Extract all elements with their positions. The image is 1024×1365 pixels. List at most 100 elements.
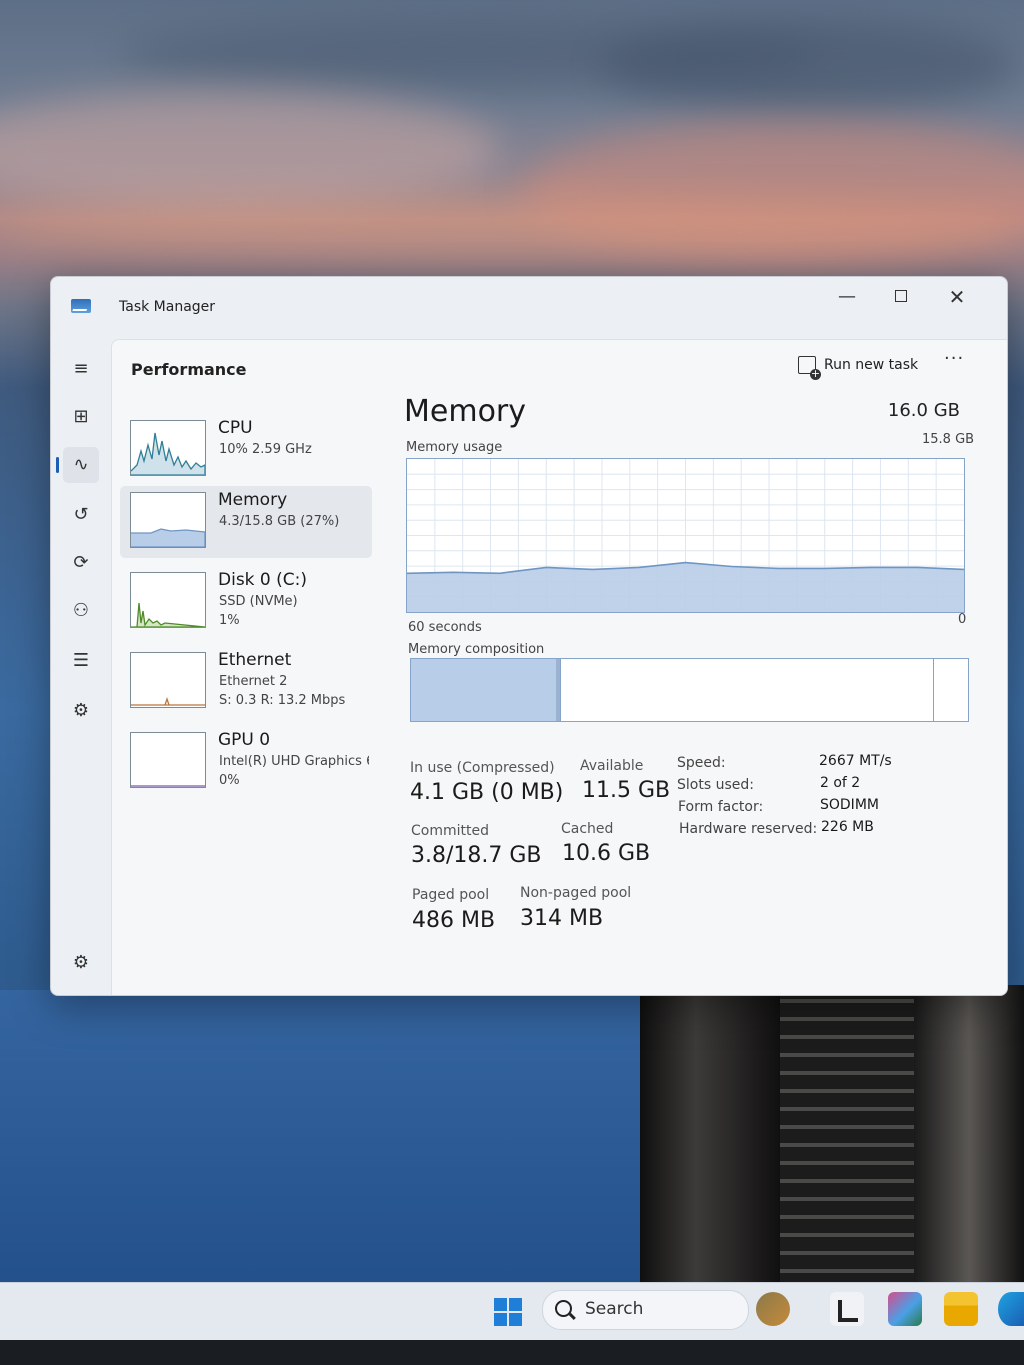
gpu-sparkline [131,785,205,787]
paged-pool-value: 486 MB [412,908,496,933]
nav-app-history[interactable]: ↺ [63,497,99,533]
composition-in-use [411,659,557,721]
memory-usage-chart [406,458,965,613]
details-icon: ☰ [72,650,90,671]
axis-min-label: 0 [958,612,967,627]
resource-gpu[interactable]: GPU 0 Intel(R) UHD Graphics 6: 0% [120,726,372,798]
minimize-button[interactable]: — [819,277,875,317]
windows-logo-icon [494,1298,507,1311]
task-view-glyph [838,1300,858,1322]
gpu-thumbnail-graph [130,732,206,788]
composition-standby [560,659,935,721]
memory-sparkline [131,528,205,547]
windows-logo-tile [494,1313,507,1326]
ethernet-sparkline [131,696,205,706]
edge-browser-icon[interactable] [998,1292,1024,1326]
nav-settings[interactable]: ⚙ [63,945,99,981]
speed-label: Speed: [677,755,726,771]
nav-menu-button[interactable]: ≡ [63,351,99,387]
nav-services[interactable]: ⚙ [63,693,99,729]
ethernet-thumbnail-graph [130,652,206,708]
microsoft-365-icon[interactable] [888,1292,922,1326]
resource-detail: 4.3/15.8 GB (27%) [219,514,340,529]
detail-title: Memory [404,394,527,429]
resource-name: GPU 0 [218,730,271,750]
in-use-value: 4.1 GB (0 MB) [410,780,564,805]
paged-pool-label: Paged pool [412,887,490,903]
close-button[interactable]: ✕ [929,277,985,317]
page-title: Performance [131,360,247,379]
performance-page: Performance Run new task ··· CPU 10% 2.5… [111,339,1007,995]
in-use-label: In use (Compressed) [410,760,555,776]
task-view-icon[interactable] [830,1292,864,1326]
bezel [0,1340,1024,1365]
resource-detail: 10% 2.59 GHz [219,442,312,457]
users-icon: ⚇ [72,600,90,621]
memory-usage-label: Memory usage [406,440,503,455]
memory-usage-max: 15.8 GB [922,432,975,447]
nav-details[interactable]: ☰ [63,643,99,679]
memory-detail-panel: Memory 16.0 GB Memory usage 15.8 GB 60 s… [402,340,1007,995]
maximize-icon [895,290,907,302]
search-label: Search [585,1299,644,1319]
disk-thumbnail-graph [130,572,206,628]
available-value: 11.5 GB [582,778,671,803]
cached-value: 10.6 GB [562,841,651,866]
committed-label: Committed [411,823,489,839]
settings-gear-icon: ⚙ [72,952,90,973]
memory-usage-plot [407,459,964,612]
speed-value: 2667 MT/s [819,753,892,769]
task-manager-app-icon [71,299,91,313]
app-history-icon: ↺ [73,504,89,525]
memory-composition-bar [410,658,969,722]
widgets-icon[interactable] [756,1292,790,1326]
windows-logo-tile [509,1313,522,1326]
total-memory: 16.0 GB [887,400,960,421]
services-icon: ⚙ [72,700,90,721]
maximize-button[interactable] [873,277,929,317]
slots-used-label: Slots used: [677,777,754,793]
form-factor-label: Form factor: [678,799,764,815]
memory-thumbnail-graph [130,492,206,548]
committed-value: 3.8/18.7 GB [411,843,542,868]
processes-icon: ⊞ [73,406,89,427]
disk-sparkline [131,602,205,627]
resource-name: Ethernet [218,650,292,670]
resource-memory[interactable]: Memory 4.3/15.8 GB (27%) [120,486,372,558]
time-span-label: 60 seconds [408,620,482,635]
form-factor-value: SODIMM [820,797,879,813]
resource-detail: S: 0.3 R: 13.2 Mbps [219,693,346,708]
available-label: Available [580,758,644,774]
non-paged-pool-label: Non-paged pool [520,885,632,901]
resource-ethernet[interactable]: Ethernet Ethernet 2 S: 0.3 R: 13.2 Mbps [120,646,372,718]
taskbar-search-box[interactable]: Search [542,1290,749,1330]
cpu-thumbnail-graph [130,420,206,476]
windows-logo-tile [509,1298,522,1311]
resource-detail: 1% [219,613,240,628]
nav-startup-apps[interactable]: ⟳ [63,545,99,581]
pier-image [640,985,1024,1285]
resource-detail: Intel(R) UHD Graphics 6: [219,754,369,769]
resource-detail: SSD (NVMe) [219,594,298,609]
start-button[interactable] [494,1298,522,1326]
nav-users[interactable]: ⚇ [63,593,99,629]
startup-apps-icon: ⟳ [73,552,89,573]
file-explorer-icon[interactable] [944,1292,978,1326]
resource-disk[interactable]: Disk 0 (C:) SSD (NVMe) 1% [120,566,372,638]
hamburger-menu-icon: ≡ [73,358,89,379]
resource-cpu[interactable]: CPU 10% 2.59 GHz [120,414,372,486]
nav-processes[interactable]: ⊞ [63,399,99,435]
resource-detail: 0% [219,773,240,788]
window-title: Task Manager [119,299,216,315]
non-paged-pool-value: 314 MB [520,906,604,931]
task-manager-window: Task Manager — ✕ ≡ ⊞ ∿ ↺ ⟳ ⚇ ☰ ⚙ ⚙ Perfo… [50,276,1008,996]
hardware-reserved-value: 226 MB [821,819,874,835]
cached-label: Cached [561,821,614,837]
title-bar[interactable]: Task Manager — ✕ [51,277,1007,333]
nav-performance[interactable]: ∿ [56,447,99,483]
search-icon [555,1300,572,1317]
resource-detail: Ethernet 2 [219,674,288,689]
navigation-rail: ≡ ⊞ ∿ ↺ ⟳ ⚇ ☰ ⚙ ⚙ [51,333,109,995]
cpu-sparkline [131,432,205,475]
resource-name: Disk 0 (C:) [218,570,308,590]
